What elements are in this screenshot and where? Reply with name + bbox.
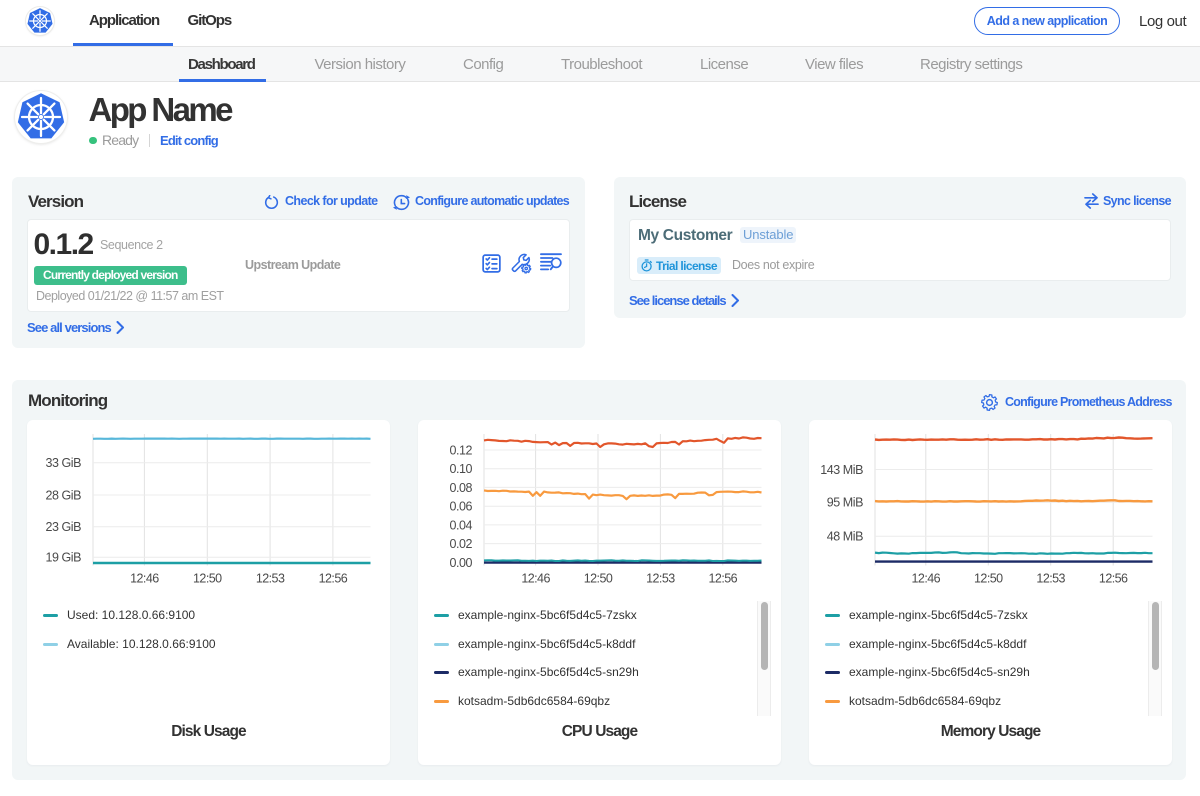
- svg-text:12:53: 12:53: [646, 572, 675, 586]
- svg-text:0.12: 0.12: [449, 444, 472, 458]
- svg-text:12:50: 12:50: [584, 572, 613, 586]
- svg-text:12:53: 12:53: [1036, 572, 1065, 586]
- svg-text:0.00: 0.00: [449, 556, 472, 570]
- svg-text:12:56: 12:56: [319, 572, 348, 586]
- svg-text:33 GiB: 33 GiB: [45, 456, 81, 470]
- svg-text:0.08: 0.08: [449, 481, 472, 495]
- svg-text:12:56: 12:56: [709, 572, 738, 586]
- svg-text:0.10: 0.10: [449, 462, 472, 476]
- svg-text:0.02: 0.02: [449, 537, 472, 551]
- svg-text:19 GiB: 19 GiB: [45, 551, 81, 565]
- svg-text:12:46: 12:46: [521, 572, 550, 586]
- svg-text:12:46: 12:46: [912, 572, 941, 586]
- svg-text:12:53: 12:53: [256, 572, 285, 586]
- svg-text:0.06: 0.06: [449, 500, 472, 514]
- svg-text:12:50: 12:50: [974, 572, 1003, 586]
- svg-text:12:46: 12:46: [130, 572, 159, 586]
- svg-text:12:50: 12:50: [193, 572, 222, 586]
- svg-text:28 GiB: 28 GiB: [45, 489, 81, 503]
- svg-text:48 MiB: 48 MiB: [827, 530, 863, 544]
- svg-text:95 MiB: 95 MiB: [827, 496, 863, 510]
- svg-text:12:56: 12:56: [1099, 572, 1128, 586]
- svg-text:23 GiB: 23 GiB: [45, 520, 81, 534]
- svg-text:0.04: 0.04: [449, 518, 472, 532]
- svg-text:143 MiB: 143 MiB: [820, 463, 863, 477]
